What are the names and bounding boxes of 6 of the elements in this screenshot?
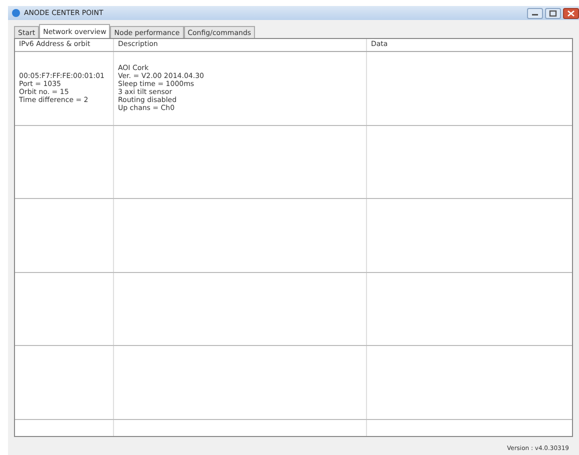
close-icon bbox=[567, 10, 575, 16]
minimize-button[interactable] bbox=[527, 8, 543, 18]
close-button[interactable] bbox=[563, 8, 579, 18]
maximize-button[interactable] bbox=[545, 8, 561, 18]
maximize-icon bbox=[549, 10, 557, 16]
app-icon bbox=[12, 9, 20, 17]
